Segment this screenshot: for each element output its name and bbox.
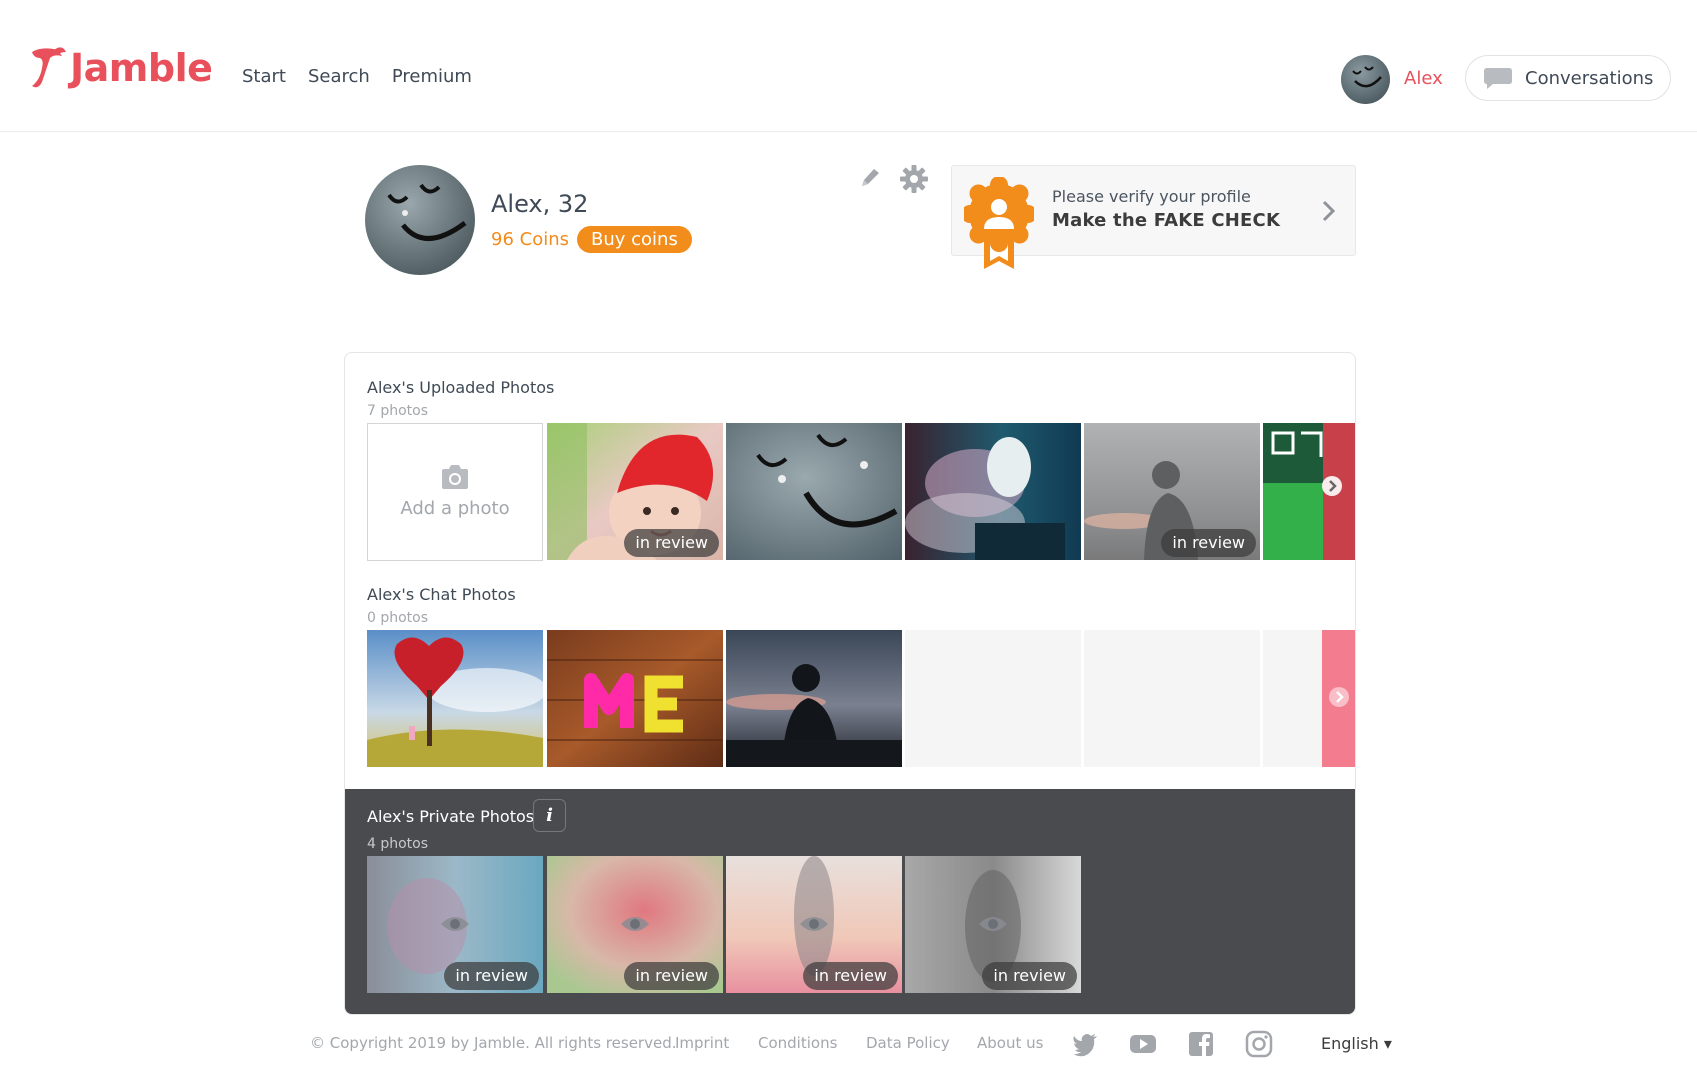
- uploaded-photos-title: Alex's Uploaded Photos: [367, 378, 555, 397]
- add-photo-button[interactable]: Add a photo: [367, 423, 543, 561]
- nav-start[interactable]: Start: [242, 66, 286, 87]
- profile-avatar[interactable]: [365, 165, 475, 275]
- conversations-button[interactable]: Conversations: [1465, 55, 1671, 101]
- top-header: Jamble Start Search Premium Alex Convers…: [0, 0, 1697, 132]
- verify-prompt: Please verify your profile: [1052, 187, 1251, 206]
- footer-link-data-policy[interactable]: Data Policy: [866, 1034, 950, 1052]
- uploaded-photo-1[interactable]: in review: [547, 423, 723, 560]
- language-selector[interactable]: English ▾: [1321, 1034, 1392, 1053]
- facebook-icon[interactable]: [1187, 1030, 1215, 1058]
- private-photos-section: Alex's Private Photos i 4 photos in revi…: [345, 789, 1355, 1014]
- jamble-logo[interactable]: Jamble: [28, 46, 213, 90]
- conversations-label: Conversations: [1525, 67, 1654, 89]
- chat-bubble-icon: [1484, 68, 1512, 89]
- nav-search[interactable]: Search: [308, 66, 370, 87]
- photos-card: Alex's Uploaded Photos 7 photos Add a ph…: [344, 352, 1356, 1015]
- pencil-icon[interactable]: [858, 166, 882, 190]
- chat-photos-count: 0 photos: [367, 610, 429, 626]
- chat-photos-next[interactable]: [1322, 630, 1355, 767]
- footer: © Copyright 2019 by Jamble. All rights r…: [0, 1030, 1697, 1060]
- nav-premium[interactable]: Premium: [392, 66, 472, 87]
- in-review-badge: in review: [624, 529, 719, 557]
- chat-photo-2[interactable]: [547, 630, 723, 767]
- gear-icon[interactable]: [899, 164, 929, 194]
- chat-photo-1[interactable]: [367, 630, 543, 767]
- chat-photo-3[interactable]: [726, 630, 902, 767]
- uploaded-photo-5[interactable]: [1263, 423, 1355, 560]
- buy-coins-button[interactable]: Buy coins: [577, 226, 692, 253]
- private-photo-2[interactable]: in review: [547, 856, 723, 993]
- verification-badge-icon: [964, 177, 1034, 269]
- fake-check-title: Make the FAKE CHECK: [1052, 210, 1281, 231]
- footer-link-about-us[interactable]: About us: [977, 1034, 1043, 1052]
- add-photo-label: Add a photo: [400, 498, 510, 519]
- eye-icon: [800, 917, 828, 931]
- uploaded-photos-count: 7 photos: [367, 403, 429, 419]
- in-review-badge: in review: [624, 962, 719, 990]
- empty-photo-slot: [1084, 630, 1260, 767]
- eye-icon: [621, 917, 649, 931]
- camera-icon: [442, 465, 468, 489]
- coin-balance: 96 Coins: [491, 229, 569, 250]
- profile-name-age: Alex, 32: [491, 190, 589, 218]
- private-photo-3[interactable]: in review: [726, 856, 902, 993]
- info-icon: i: [546, 805, 553, 826]
- private-photos-count: 4 photos: [367, 836, 429, 852]
- private-photos-title: Alex's Private Photos: [367, 807, 535, 826]
- copyright-text: © Copyright 2019 by Jamble. All rights r…: [310, 1034, 677, 1052]
- footer-link-conditions[interactable]: Conditions: [758, 1034, 837, 1052]
- empty-photo-slot: [905, 630, 1081, 767]
- chevron-right-icon: [1322, 200, 1336, 222]
- twitter-icon[interactable]: [1071, 1030, 1099, 1058]
- private-photo-4[interactable]: in review: [905, 856, 1081, 993]
- in-review-badge: in review: [444, 962, 539, 990]
- info-button[interactable]: i: [533, 799, 566, 832]
- uploaded-photo-2[interactable]: [726, 423, 902, 560]
- youtube-icon[interactable]: [1129, 1030, 1157, 1058]
- brand-name: Jamble: [70, 46, 213, 90]
- in-review-badge: in review: [982, 962, 1077, 990]
- uploaded-photo-3[interactable]: [905, 423, 1081, 560]
- next-photos-arrow-icon[interactable]: [1321, 475, 1343, 497]
- footer-link-imprint[interactable]: Imprint: [675, 1034, 729, 1052]
- in-review-badge: in review: [803, 962, 898, 990]
- instagram-icon[interactable]: [1245, 1030, 1273, 1058]
- jamble-logo-icon: [32, 47, 66, 88]
- private-photo-1[interactable]: in review: [367, 856, 543, 993]
- in-review-badge: in review: [1161, 529, 1256, 557]
- eye-icon: [441, 917, 469, 931]
- header-username[interactable]: Alex: [1404, 68, 1443, 89]
- next-photos-arrow-icon[interactable]: [1328, 686, 1350, 708]
- main-nav: Start Search Premium: [242, 66, 472, 87]
- uploaded-photo-4[interactable]: in review: [1084, 423, 1260, 560]
- verify-profile-banner[interactable]: Please verify your profile Make the FAKE…: [951, 165, 1356, 269]
- chat-photos-title: Alex's Chat Photos: [367, 585, 516, 604]
- header-avatar[interactable]: [1341, 55, 1390, 104]
- eye-icon: [979, 917, 1007, 931]
